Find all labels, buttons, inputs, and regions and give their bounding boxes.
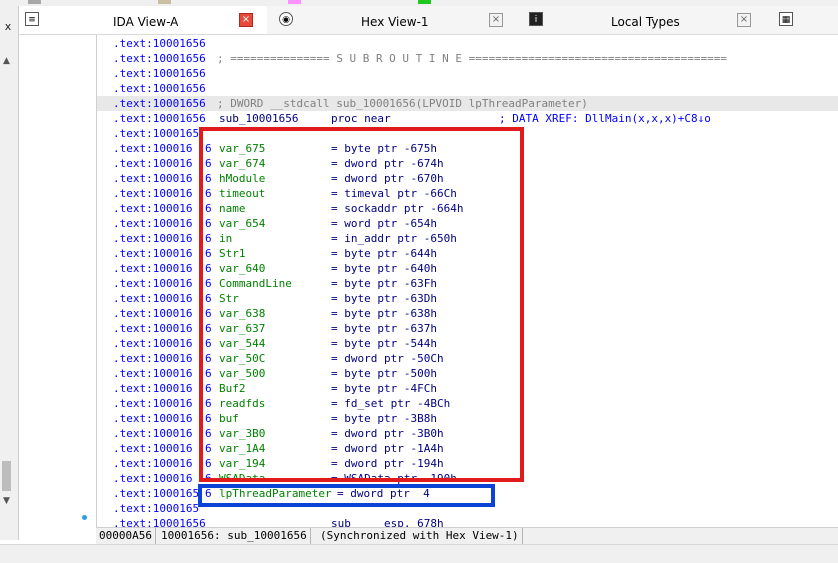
close-icon[interactable]: ×: [489, 13, 503, 27]
line-address: .text:100016: [113, 172, 193, 185]
line-address: .text:1000165: [113, 127, 200, 140]
line-address: .text:100016: [113, 352, 193, 365]
line-address: .text:100016: [113, 397, 193, 410]
line-address: .text:10001656: [113, 67, 206, 80]
breakpoint-dot-icon: [82, 515, 87, 520]
line-address: .text:10001656: [113, 97, 206, 110]
blue-annotation-box: [198, 484, 495, 507]
line-address: .text:10001656: [113, 82, 206, 95]
close-icon[interactable]: ×: [737, 13, 751, 27]
line-address: .text:100016: [113, 337, 193, 350]
red-annotation-box: [199, 127, 524, 482]
line-address: .text:100016: [113, 367, 193, 380]
legend-swatch: [158, 0, 171, 4]
tab-label: Local Types: [611, 15, 680, 29]
code-line[interactable]: .text:10001656: [97, 36, 838, 51]
local-types-icon: i: [529, 12, 543, 26]
line-address: .text:10001656: [113, 112, 206, 125]
left-pane-scrollbar-thumb[interactable]: [2, 461, 11, 491]
tab-label: IDA View-A: [113, 15, 179, 29]
code-line[interactable]: .text:10001656 sub esp, 678h: [97, 516, 838, 527]
tab-local-types[interactable]: i Local Types ×: [523, 6, 771, 34]
code-line[interactable]: .text:10001656 sub_10001656 proc near ; DAT…: [97, 111, 838, 126]
tab-label: Hex View-1: [361, 15, 429, 29]
code-line[interactable]: .text:10001656: [97, 66, 838, 81]
line-address: .text:100016: [113, 322, 193, 335]
tab-hex-view-1[interactable]: ◉ Hex View-1 ×: [273, 6, 523, 34]
line-address: .text:100016: [113, 412, 193, 425]
legend-swatch: [418, 0, 431, 4]
tab-ida-view-a[interactable]: ≡ IDA View-A ×: [19, 6, 267, 34]
line-address: .text:100016: [113, 277, 193, 290]
legend-swatch: [288, 0, 301, 4]
left-pane: x ▲ ▼: [0, 6, 19, 540]
line-address: .text:10001656: [113, 52, 206, 65]
code-line[interactable]: .text:10001656: [97, 81, 838, 96]
close-icon[interactable]: ×: [239, 13, 253, 27]
proc-label: sub_10001656: [219, 112, 299, 125]
tab-bar: ≡ IDA View-A × ◉ Hex View-1 × i Local Ty…: [19, 6, 838, 35]
line-address: .text:10001656: [113, 517, 206, 527]
line-address: .text:1000165: [113, 502, 200, 515]
line-address: .text:100016: [113, 472, 193, 485]
status-sync: (Synchronized with Hex View-1): [317, 528, 523, 544]
status-offset: 00000A56: [96, 528, 156, 544]
line-address: .text:100016: [113, 382, 193, 395]
line-address: .text:100016: [113, 187, 193, 200]
scroll-down-icon[interactable]: ▼: [3, 496, 10, 506]
structures-icon: ▦: [779, 12, 793, 26]
hex-view-icon: ◉: [279, 12, 293, 26]
legend-swatch: [28, 0, 41, 4]
line-address: .text:100016: [113, 457, 193, 470]
line-address: .text:100016: [113, 247, 193, 260]
xref-comment: ; DATA XREF: DllMain(x,x,x)+C8↓o: [499, 112, 711, 125]
proc-directive: proc near: [331, 112, 391, 125]
code-line[interactable]: .text:10001656 ; DWORD __stdcall sub_1000…: [97, 96, 838, 111]
line-comment: ; =============== S U B R O U T I N E ==…: [217, 52, 727, 65]
instruction: sub esp, 678h: [331, 517, 444, 527]
ida-view-icon: ≡: [25, 12, 39, 26]
line-address: .text:100016: [113, 202, 193, 215]
line-address: .text:100016: [113, 307, 193, 320]
line-address: .text:100016: [113, 217, 193, 230]
status-bar: 00000A56 10001656: sub_10001656 (Synchro…: [96, 527, 838, 544]
line-address: .text:100016: [113, 442, 193, 455]
line-address: .text:1000165: [113, 487, 200, 500]
line-address: .text:100016: [113, 292, 193, 305]
line-address: .text:100016: [113, 157, 193, 170]
line-comment: ; DWORD __stdcall sub_10001656(LPVOID lp…: [217, 97, 588, 110]
status-location: 10001656: sub_10001656: [158, 528, 311, 544]
left-pane-close-button[interactable]: x: [1, 16, 15, 38]
bottom-bar: [0, 544, 838, 563]
code-line[interactable]: .text:10001656 ; =============== S U B R …: [97, 51, 838, 66]
scroll-up-icon[interactable]: ▲: [3, 56, 10, 66]
line-address: .text:100016: [113, 427, 193, 440]
line-address: .text:100016: [113, 232, 193, 245]
tab-structures[interactable]: ▦: [771, 6, 838, 34]
line-address: .text:10001656: [113, 37, 206, 50]
line-address: .text:100016: [113, 142, 193, 155]
line-address: .text:100016: [113, 262, 193, 275]
